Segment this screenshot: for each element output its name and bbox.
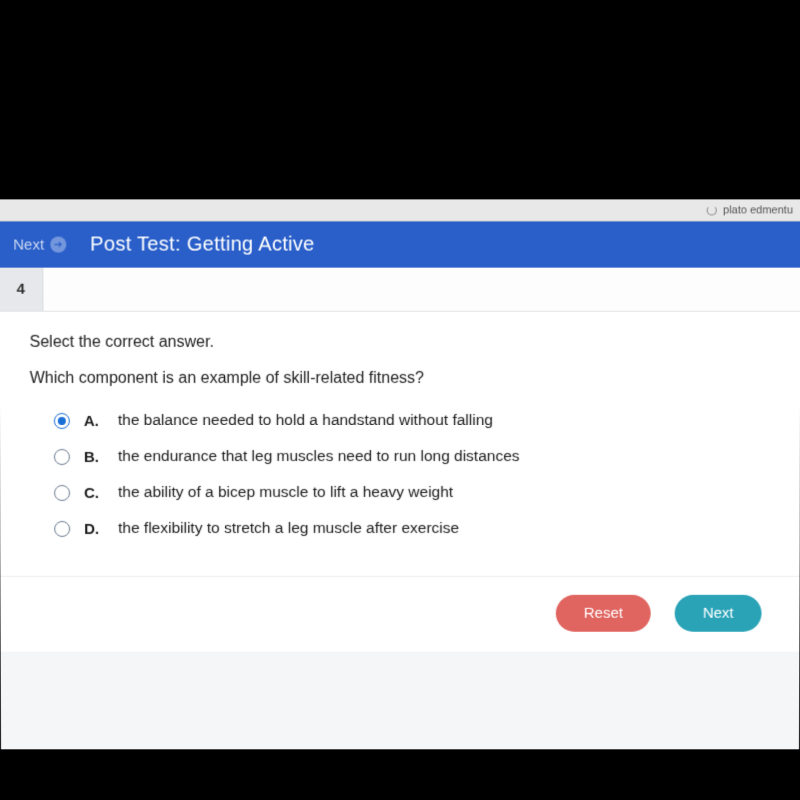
instruction-text: Select the correct answer. [30, 334, 771, 352]
test-header: Next ➔ Post Test: Getting Active [0, 221, 800, 267]
answer-options: A. the balance needed to hold a handstan… [30, 412, 770, 538]
top-next-label: Next [13, 236, 44, 253]
option-text: the endurance that leg muscles need to r… [118, 448, 520, 466]
question-footer: Reset Next [0, 576, 799, 652]
option-letter: B. [84, 448, 104, 465]
loading-spinner-icon [707, 205, 717, 215]
answer-option-b[interactable]: B. the endurance that leg muscles need t… [54, 448, 770, 466]
top-next-button[interactable]: Next ➔ [0, 236, 76, 253]
arrow-right-circle-icon: ➔ [50, 237, 66, 253]
question-prompt: Which component is an example of skill-r… [30, 370, 771, 388]
answer-option-d[interactable]: D. the flexibility to stretch a leg musc… [54, 520, 770, 538]
radio-icon [54, 521, 70, 537]
radio-icon [54, 485, 70, 501]
question-number-bar: 4 [0, 268, 800, 312]
question-number: 4 [0, 268, 43, 311]
tab-label: plato edmentu [723, 204, 793, 216]
browser-tab-bar: plato edmentu [0, 199, 800, 221]
radio-icon [54, 413, 70, 429]
option-text: the ability of a bicep muscle to lift a … [118, 484, 453, 502]
option-text: the balance needed to hold a handstand w… [118, 412, 493, 430]
option-letter: D. [84, 520, 104, 537]
radio-icon [54, 449, 70, 465]
test-title: Post Test: Getting Active [76, 233, 314, 256]
answer-option-a[interactable]: A. the balance needed to hold a handstan… [54, 412, 770, 430]
app-screen: plato edmentu Next ➔ Post Test: Getting … [0, 199, 800, 749]
next-button[interactable]: Next [675, 595, 762, 632]
question-content: Select the correct answer. Which compone… [0, 312, 800, 576]
reset-button[interactable]: Reset [556, 595, 651, 632]
option-letter: A. [84, 412, 104, 429]
option-letter: C. [84, 484, 104, 501]
option-text: the flexibility to stretch a leg muscle … [118, 520, 459, 538]
answer-option-c[interactable]: C. the ability of a bicep muscle to lift… [54, 484, 770, 502]
